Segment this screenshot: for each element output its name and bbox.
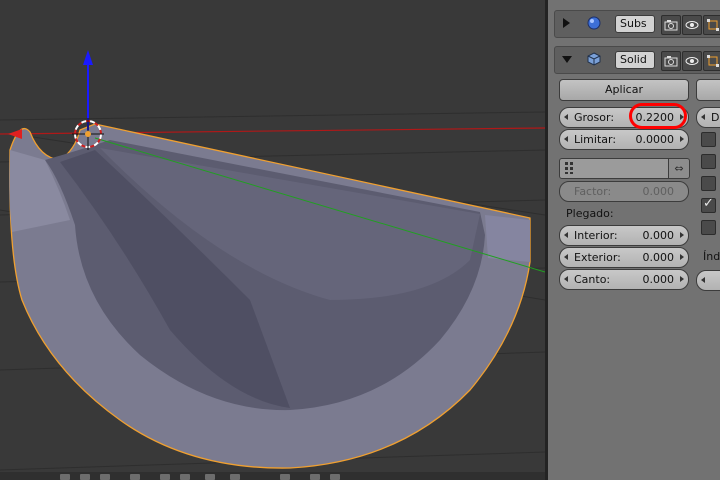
mesh-rim-right <box>485 215 530 262</box>
checkbox[interactable] <box>701 220 716 235</box>
editmode-icon[interactable] <box>703 15 720 35</box>
right-column-field[interactable]: D <box>696 107 720 128</box>
checkbox[interactable] <box>701 176 716 191</box>
3d-viewport[interactable] <box>0 0 545 480</box>
header-button[interactable] <box>280 474 290 480</box>
header-button[interactable] <box>330 474 340 480</box>
exterior-value: 0.000 <box>642 251 675 264</box>
limitar-label: Limitar: <box>574 133 617 146</box>
swap-icon[interactable]: ⇔ <box>668 158 690 179</box>
limitar-value: 0.0000 <box>635 133 675 146</box>
indice-label: Índ <box>703 250 720 263</box>
vertex-group-icon <box>565 162 573 174</box>
modifier-sphere-icon <box>587 16 601 30</box>
decrement-arrow-icon[interactable] <box>564 114 568 120</box>
modifier-solidify-header[interactable]: Solid <box>554 46 720 74</box>
indice-field[interactable] <box>696 270 720 291</box>
canto-value: 0.000 <box>642 273 675 286</box>
interior-field[interactable]: Interior: 0.000 <box>559 225 689 246</box>
right-field-label: D <box>711 111 720 124</box>
factor-value: 0.000 <box>642 185 675 198</box>
camera-render-icon[interactable] <box>661 51 681 71</box>
apply-button[interactable]: Aplicar <box>559 79 689 101</box>
checkbox-checked[interactable] <box>701 196 716 213</box>
factor-label: Factor: <box>574 185 612 198</box>
decrement-arrow-icon[interactable] <box>564 276 568 282</box>
modifier-name-field[interactable]: Subs <box>615 15 655 33</box>
interior-label: Interior: <box>574 229 618 242</box>
decrement-arrow-icon[interactable] <box>564 254 568 260</box>
header-button[interactable] <box>80 474 90 480</box>
interior-value: 0.000 <box>642 229 675 242</box>
grosor-field[interactable]: Grosor: 0.2200 <box>559 107 689 128</box>
increment-arrow-icon[interactable] <box>680 136 684 142</box>
copy-button[interactable] <box>696 79 720 101</box>
header-button[interactable] <box>130 474 140 480</box>
eye-icon[interactable] <box>682 15 702 35</box>
exterior-field[interactable]: Exterior: 0.000 <box>559 247 689 268</box>
eye-icon[interactable] <box>682 51 702 71</box>
header-button[interactable] <box>310 474 320 480</box>
header-button[interactable] <box>160 474 170 480</box>
header-button[interactable] <box>180 474 190 480</box>
header-button[interactable] <box>230 474 240 480</box>
expand-arrow-icon[interactable] <box>563 18 570 28</box>
editmode-icon[interactable] <box>703 51 720 71</box>
decrement-arrow-icon[interactable] <box>564 232 568 238</box>
increment-arrow-icon[interactable] <box>680 232 684 238</box>
modifier-subsurf-header[interactable]: Subs <box>554 10 720 38</box>
canto-field[interactable]: Canto: 0.000 <box>559 269 689 290</box>
decrement-arrow-icon[interactable] <box>564 136 568 142</box>
increment-arrow-icon[interactable] <box>680 254 684 260</box>
header-button[interactable] <box>60 474 70 480</box>
limitar-field[interactable]: Limitar: 0.0000 <box>559 129 689 150</box>
grosor-value: 0.2200 <box>635 111 675 124</box>
header-button[interactable] <box>205 474 215 480</box>
vertex-group-field[interactable] <box>559 158 669 179</box>
header-button[interactable] <box>100 474 110 480</box>
canto-label: Canto: <box>574 273 611 286</box>
z-arrow-icon[interactable] <box>83 50 93 65</box>
properties-panel: Subs Solid Aplicar Grosor: 0.2200 D Limi… <box>548 0 720 480</box>
modifier-name-field[interactable]: Solid <box>615 51 655 69</box>
plegado-label: Plegado: <box>566 207 614 220</box>
viewport-header-bar <box>0 472 545 480</box>
increment-arrow-icon[interactable] <box>680 114 684 120</box>
factor-field: Factor: 0.000 <box>559 181 689 202</box>
checkbox[interactable] <box>701 132 716 147</box>
decrement-arrow-icon[interactable] <box>701 114 705 120</box>
viewport-scene <box>0 50 545 471</box>
cube-icon <box>587 52 601 66</box>
checkbox[interactable] <box>701 154 716 169</box>
grosor-label: Grosor: <box>574 111 615 124</box>
decrement-arrow-icon[interactable] <box>701 277 705 283</box>
increment-arrow-icon[interactable] <box>680 276 684 282</box>
exterior-label: Exterior: <box>574 251 621 264</box>
camera-render-icon[interactable] <box>661 15 681 35</box>
collapse-arrow-icon[interactable] <box>562 56 572 63</box>
